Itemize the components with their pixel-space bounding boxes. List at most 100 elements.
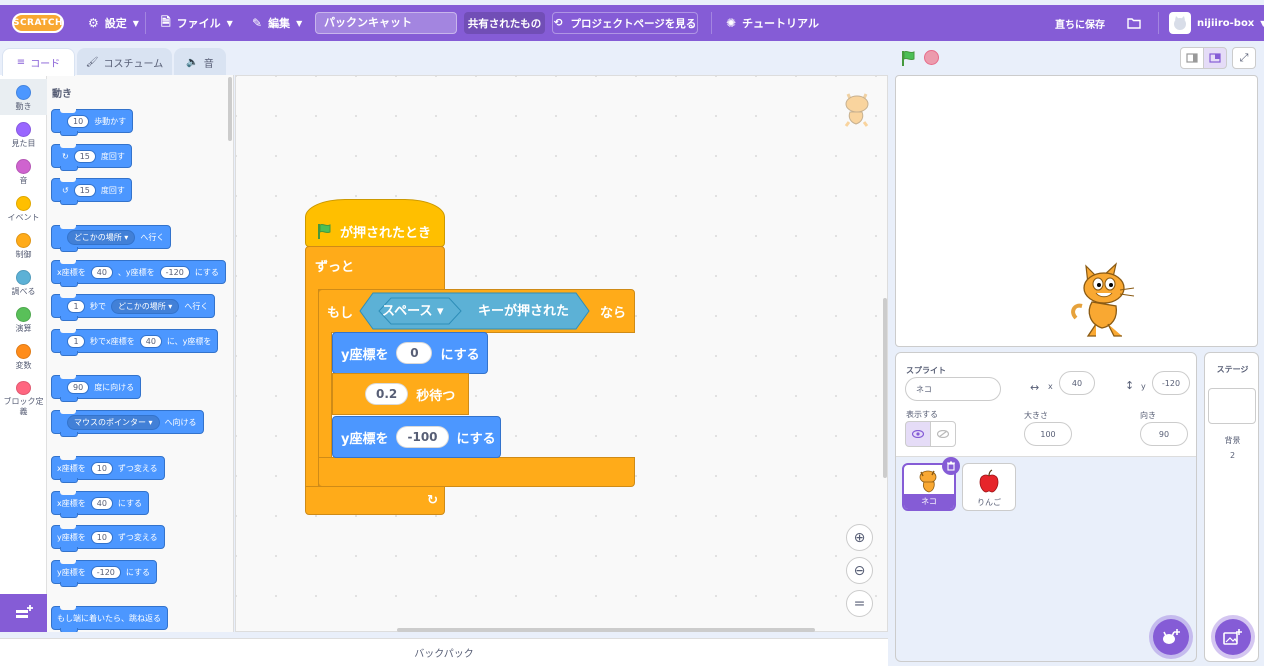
- eye-slash-icon: [937, 430, 949, 438]
- block-input[interactable]: 90: [67, 380, 90, 394]
- save-now-button[interactable]: 直ちに保存: [1055, 5, 1105, 41]
- if-then-block[interactable]: もし スペース ▾ キーが押された なら: [318, 289, 635, 333]
- block-text: が押されたとき: [340, 225, 432, 241]
- category-operators[interactable]: 演算: [0, 301, 47, 337]
- zoom-out-button[interactable]: ⊖: [846, 557, 873, 584]
- sprite-cat-watermark-icon: [844, 93, 869, 127]
- backpack[interactable]: バックパック: [0, 638, 888, 666]
- category-sound[interactable]: 音: [0, 153, 47, 189]
- block-turn-left[interactable]: ↺ 15 度回す: [51, 178, 132, 205]
- block-input[interactable]: 15: [73, 183, 96, 197]
- wait-block[interactable]: 0.2 秒待つ: [332, 373, 469, 415]
- script-workspace[interactable]: が押されたとき ずっと ↻ もし スペース ▾ キーが押された なら y座標を 0…: [235, 75, 888, 632]
- category-label: 演算: [15, 324, 32, 333]
- block-input[interactable]: -120: [90, 565, 121, 579]
- account-menu[interactable]: nijiiro-box ▼: [1169, 5, 1264, 41]
- tab-sound[interactable]: 🔈 音: [174, 48, 226, 76]
- zoom-in-button[interactable]: ⊕: [846, 524, 873, 551]
- stop-button[interactable]: [924, 50, 939, 65]
- set-y-block[interactable]: y座標を 0 にする: [332, 332, 488, 374]
- hide-sprite-button[interactable]: [930, 421, 956, 447]
- menu-bar: SCRATCH ⚙ 設定 ▼ 🗎 ファイル ▼ ✎ 編集 ▼ パックンキャット …: [0, 5, 1264, 41]
- x-position-input[interactable]: 40: [1059, 371, 1095, 395]
- tutorial-button[interactable]: ✺ チュートリアル: [726, 5, 819, 41]
- edit-menu[interactable]: ✎ 編集 ▼: [252, 5, 302, 41]
- tab-costume[interactable]: 🖌 コスチューム: [77, 48, 172, 76]
- block-point-direction[interactable]: 90 度に向ける: [51, 375, 142, 402]
- key-dropdown[interactable]: スペース ▾: [382, 300, 444, 319]
- zoom-reset-button[interactable]: =: [846, 590, 873, 617]
- my-stuff-button[interactable]: [1127, 5, 1141, 41]
- category-sensing[interactable]: 調べる: [0, 264, 47, 300]
- sprite-thumbnail-apple[interactable]: りんご: [962, 463, 1016, 511]
- small-stage-button[interactable]: [1180, 47, 1204, 69]
- palette-scrollbar[interactable]: [228, 77, 232, 141]
- sprite-name-input[interactable]: ネコ: [905, 377, 1001, 401]
- stage-canvas[interactable]: [895, 75, 1258, 347]
- remix-icon: ⟲: [553, 17, 563, 29]
- block-set-x[interactable]: x座標を 40 にする: [51, 491, 150, 518]
- category-variables[interactable]: 変数: [0, 338, 47, 374]
- block-change-x[interactable]: x座標を 10 ずつ変える: [51, 456, 165, 483]
- cat-sprite[interactable]: [1068, 262, 1146, 342]
- block-input[interactable]: 10: [90, 530, 113, 544]
- block-glide-xy[interactable]: 1 秒でx座標を 40 に、y座標を: [51, 329, 219, 356]
- add-sprite-button[interactable]: [1153, 619, 1189, 655]
- show-sprite-button[interactable]: [905, 421, 931, 447]
- block-input[interactable]: 1: [67, 334, 85, 348]
- category-events[interactable]: イベント: [0, 190, 47, 226]
- block-input[interactable]: -100: [396, 426, 449, 448]
- direction-input[interactable]: 90: [1140, 422, 1188, 446]
- forever-block[interactable]: ずっと: [305, 246, 445, 290]
- add-extension-button[interactable]: [0, 594, 47, 632]
- delete-sprite-button[interactable]: [942, 457, 960, 475]
- block-input[interactable]: -120: [159, 265, 190, 279]
- category-control[interactable]: 制御: [0, 227, 47, 263]
- category-looks[interactable]: 見た目: [0, 116, 47, 152]
- block-move-steps[interactable]: 10 歩動かす: [51, 109, 134, 136]
- category-my-blocks[interactable]: ブロック定義: [0, 375, 47, 417]
- block-turn-right[interactable]: ↻ 15 度回す: [51, 144, 132, 171]
- block-input[interactable]: 0.2: [365, 383, 409, 405]
- code-blocks-icon: ≡: [16, 57, 26, 68]
- block-input[interactable]: 0: [396, 342, 433, 364]
- forever-footer[interactable]: ↻: [305, 486, 445, 515]
- block-set-y[interactable]: y座標を -120 にする: [51, 560, 157, 587]
- block-input[interactable]: 40: [90, 265, 113, 279]
- file-menu[interactable]: 🗎 ファイル ▼: [161, 5, 233, 41]
- when-flag-clicked-block[interactable]: が押されたとき: [305, 199, 445, 247]
- settings-menu[interactable]: ⚙ 設定 ▼: [88, 5, 139, 41]
- set-y-block[interactable]: y座標を -100 にする: [332, 416, 501, 458]
- block-input[interactable]: 10: [90, 461, 113, 475]
- tab-code[interactable]: ≡ コード: [2, 48, 75, 76]
- block-input[interactable]: 10: [67, 114, 90, 128]
- block-bounce[interactable]: もし端に着いたら、跳ね返る: [51, 606, 168, 632]
- green-flag-icon[interactable]: [900, 49, 918, 67]
- block-input[interactable]: 40: [139, 334, 162, 348]
- block-input[interactable]: 40: [90, 496, 113, 510]
- size-input[interactable]: 100: [1024, 422, 1072, 446]
- workspace-horizontal-scrollbar[interactable]: [397, 628, 815, 632]
- normal-stage-button[interactable]: [1203, 47, 1227, 69]
- block-dropdown[interactable]: どこかの場所 ▾: [67, 229, 136, 245]
- project-page-button[interactable]: ⟲ プロジェクトページを見る: [552, 12, 698, 34]
- block-dropdown[interactable]: どこかの場所 ▾: [111, 298, 180, 314]
- scratch-logo[interactable]: SCRATCH: [12, 13, 64, 33]
- block-input[interactable]: 1: [67, 299, 85, 313]
- fullscreen-button[interactable]: ⤢: [1232, 47, 1256, 69]
- category-motion[interactable]: 動き: [0, 79, 47, 115]
- shared-button[interactable]: 共有されたもの: [464, 12, 545, 34]
- block-goto-xy[interactable]: x座標を 40 、y座標を -120 にする: [51, 260, 226, 287]
- block-point-towards[interactable]: マウスのポインター ▾ へ向ける: [51, 410, 204, 437]
- block-goto[interactable]: どこかの場所 ▾ へ行く: [51, 225, 172, 252]
- backdrop-thumbnail[interactable]: [1208, 388, 1256, 424]
- stage-target-pane[interactable]: ステージ 背景 2: [1204, 352, 1259, 662]
- block-change-y[interactable]: y座標を 10 ずつ変える: [51, 525, 165, 552]
- workspace-vertical-scrollbar[interactable]: [883, 298, 887, 478]
- add-backdrop-button[interactable]: [1215, 619, 1251, 655]
- block-glide[interactable]: 1 秒で どこかの場所 ▾ へ行く: [51, 294, 216, 321]
- project-title-input[interactable]: パックンキャット: [315, 12, 457, 34]
- block-dropdown[interactable]: マウスのポインター ▾: [67, 414, 160, 430]
- y-position-input[interactable]: -120: [1152, 371, 1190, 395]
- block-input[interactable]: 15: [73, 149, 96, 163]
